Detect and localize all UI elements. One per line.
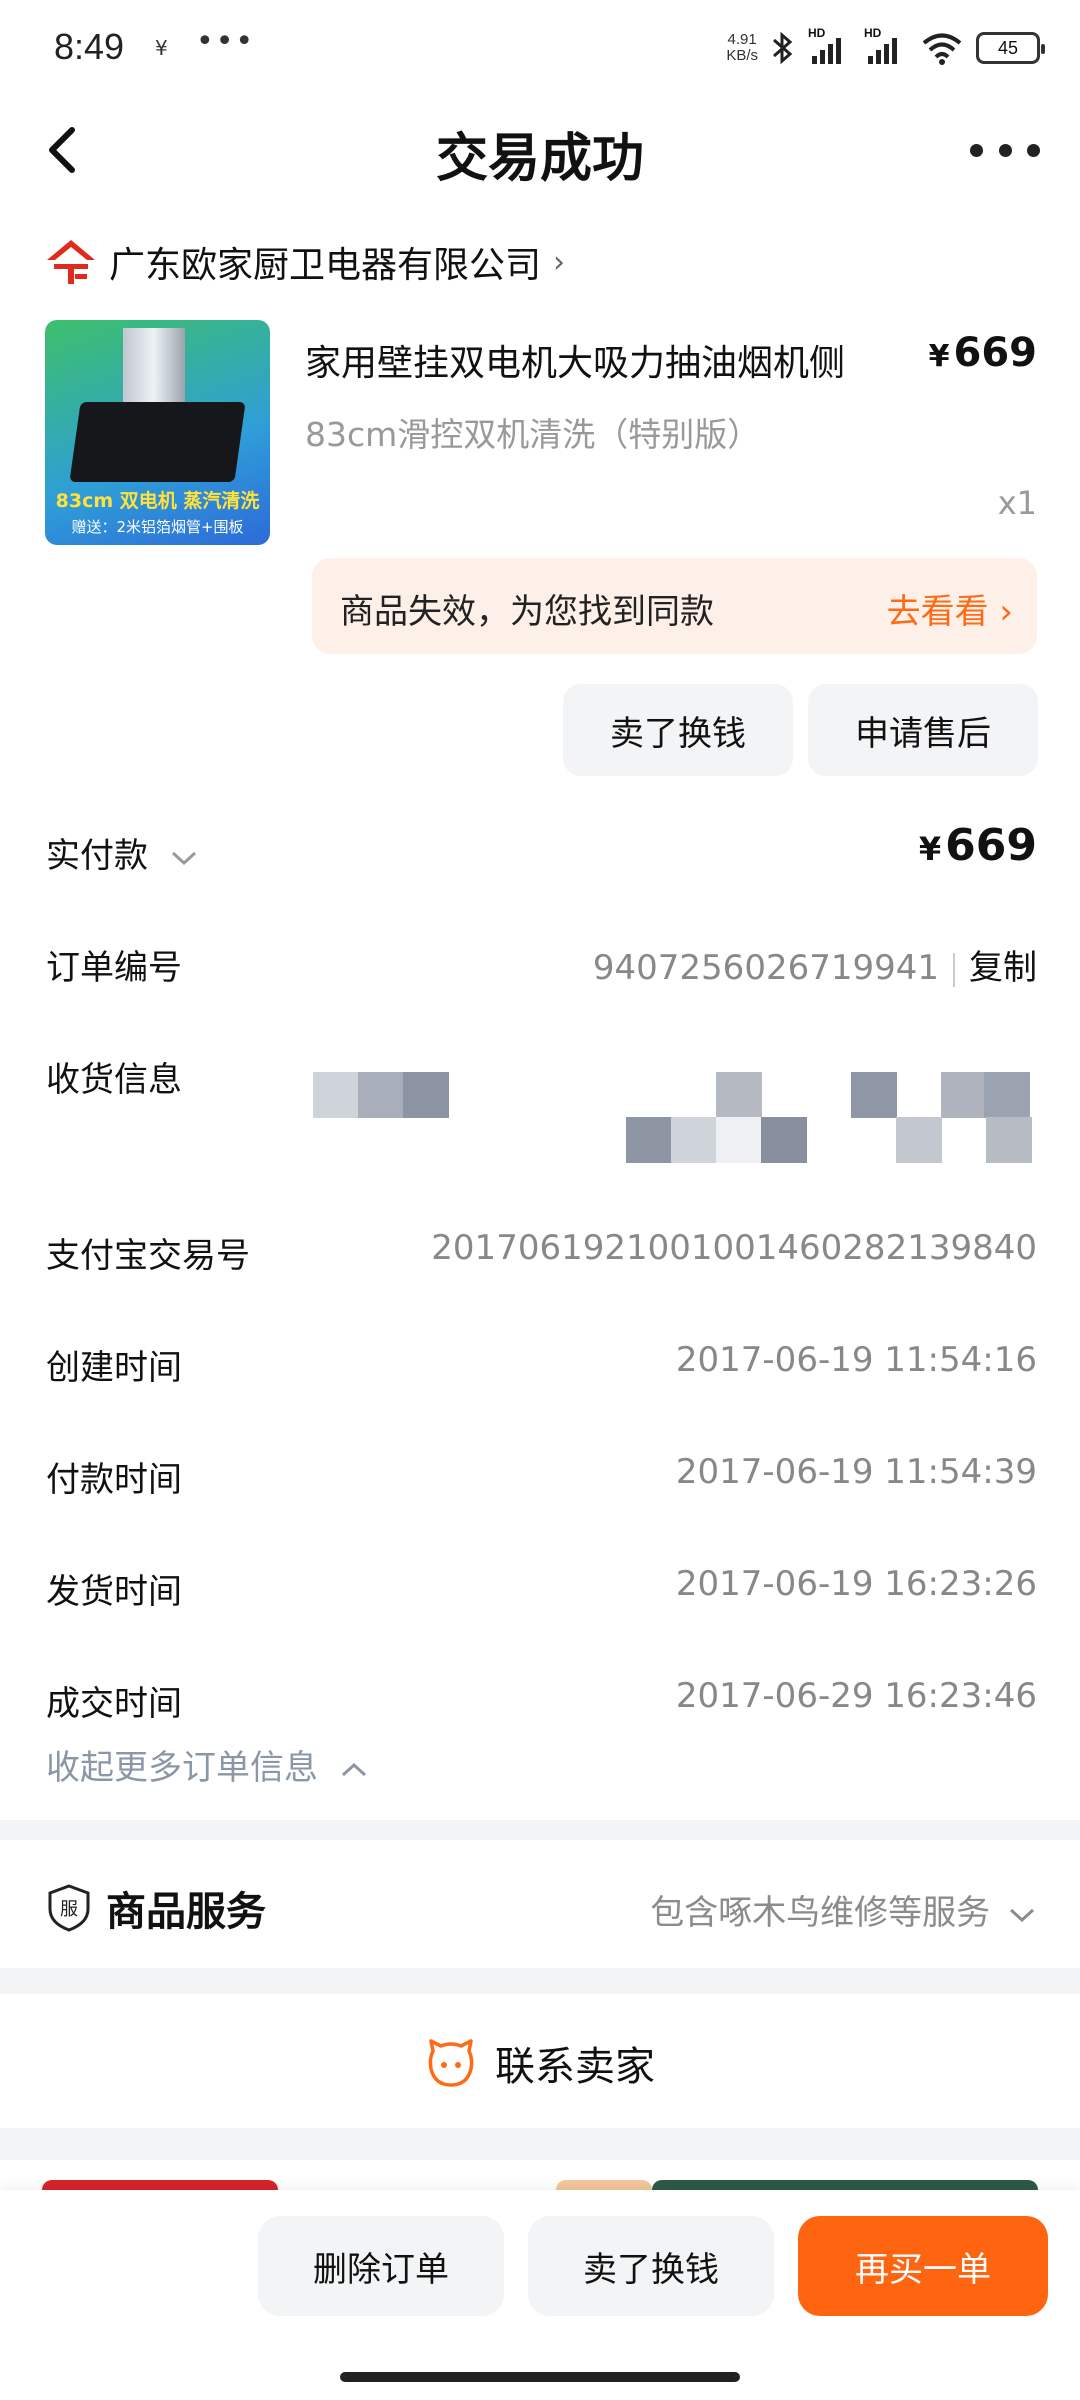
signal-icon-1: HD [808, 26, 852, 66]
alipay-number-label: 支付宝交易号 [46, 1236, 250, 1276]
store-link[interactable]: 广东欧家厨卫电器有限公司 › [45, 234, 565, 290]
page-title: 交易成功 [435, 129, 644, 189]
completed-time: 2017-06-29 16:23:46 [675, 1676, 1037, 1716]
signal-icon-2: HD [864, 26, 908, 66]
chevron-right-icon: › [553, 244, 566, 280]
bluetooth-icon [773, 31, 793, 65]
network-speed-value: 4.91 [727, 31, 757, 48]
completed-time-label: 成交时间 [46, 1684, 182, 1724]
home-indicator[interactable] [340, 2372, 740, 2382]
more-notifications-icon: ••• [196, 24, 256, 59]
shipped-time-label: 发货时间 [46, 1572, 182, 1612]
service-icon-text: 服 [60, 1899, 78, 1920]
section-divider [0, 1968, 1080, 1994]
order-number: 9407256026719941 [592, 948, 939, 988]
product-image-gift: 赠送：2米铝箔烟管+围板 [71, 518, 244, 536]
price-symbol: ¥ [928, 339, 950, 374]
more-options-icon[interactable] [970, 130, 1040, 170]
created-time-label: 创建时间 [46, 1348, 182, 1388]
service-desc-text: 包含啄木鸟维修等服务 [650, 1893, 991, 1933]
price-value: 669 [953, 330, 1038, 376]
order-number-label: 订单编号 [46, 948, 182, 988]
bottom-action-bar: 删除订单 卖了换钱 再买一单 [0, 2190, 1080, 2400]
network-speed-unit: KB/s [726, 47, 758, 64]
alipay-number: 2017061921001001460282139840 [431, 1228, 1037, 1268]
paid-symbol: ¥ [918, 830, 942, 868]
shipping-info-label: 收货信息 [46, 1060, 182, 1100]
delete-order-button[interactable]: 删除订单 [258, 2216, 504, 2316]
product-price: ¥669 [929, 330, 1037, 376]
collapse-order-info-button[interactable]: 收起更多订单信息 [46, 1740, 369, 1789]
collapse-label: 收起更多订单信息 [46, 1748, 318, 1788]
section-divider [0, 2128, 1080, 2160]
product-service-row[interactable]: 服 商品服务 包含啄木鸟维修等服务 [0, 1845, 1080, 1965]
notice-text: 商品失效，为您找到同款 [340, 592, 714, 632]
paid-amount-value: 669 [945, 820, 1037, 871]
after-sale-button[interactable]: 申请售后 [808, 684, 1038, 776]
section-divider [0, 1820, 1080, 1840]
sell-button[interactable]: 卖了换钱 [528, 2216, 774, 2316]
store-logo-icon [47, 240, 95, 284]
buy-again-button[interactable]: 再买一单 [798, 2216, 1048, 2316]
sell-item-button[interactable]: 卖了换钱 [563, 684, 793, 776]
network-speed: 4.91 KB/s [726, 32, 758, 64]
go-see-link[interactable]: 去看看 › [887, 584, 1013, 633]
created-time: 2017-06-19 11:54:16 [675, 1340, 1037, 1380]
order-number-row: 9407256026719941 复制 [593, 940, 1037, 989]
wifi-icon [922, 33, 962, 65]
similar-item-notice[interactable]: 商品失效，为您找到同款 去看看 › [312, 558, 1037, 654]
seller-face-icon [428, 2039, 474, 2087]
contact-seller-button[interactable]: 联系卖家 [0, 1998, 1080, 2128]
service-title: 商品服务 [106, 1889, 266, 1935]
service-shield-icon: 服 [48, 1884, 90, 1932]
status-indicators: 4.91 KB/s HD HD 45 [726, 26, 1045, 70]
shipped-time: 2017-06-19 16:23:26 [675, 1564, 1037, 1604]
paid-amount: ¥669 [919, 820, 1037, 871]
service-desc: 包含啄木鸟维修等服务 [650, 1885, 1037, 1934]
product-image-caption: 83cm 双电机 蒸汽清洗 [55, 490, 260, 512]
battery-icon: 45 [976, 32, 1045, 64]
status-bar: 8:49 ¥ ••• 4.91 KB/s HD HD 45 [0, 0, 1080, 96]
paid-amount-row[interactable]: 实付款 [46, 828, 199, 877]
store-name: 广东欧家厨卫电器有限公司 [109, 245, 542, 286]
contact-seller-label: 联系卖家 [495, 2044, 655, 2090]
copy-button[interactable]: 复制 [969, 948, 1037, 988]
product-image[interactable]: 83cm 双电机 蒸汽清洗 赠送：2米铝箔烟管+围板 [45, 320, 270, 545]
page-header: 交易成功 [0, 100, 1080, 200]
paid-amount-label: 实付款 [46, 836, 148, 876]
chevron-down-icon [1009, 1908, 1035, 1922]
product-quantity: x1 [997, 484, 1037, 522]
notification-icon: ¥ [155, 36, 168, 60]
chevron-up-icon [341, 1762, 366, 1776]
status-time: 8:49 [54, 26, 125, 67]
chevron-down-icon [171, 851, 196, 865]
paid-time-label: 付款时间 [46, 1460, 182, 1500]
paid-time: 2017-06-19 11:54:39 [675, 1452, 1037, 1492]
product-title[interactable]: 家用壁挂双电机大吸力抽油烟机侧 [305, 334, 845, 386]
product-spec: 83cm滑控双机清洗（特别版） [305, 415, 761, 454]
